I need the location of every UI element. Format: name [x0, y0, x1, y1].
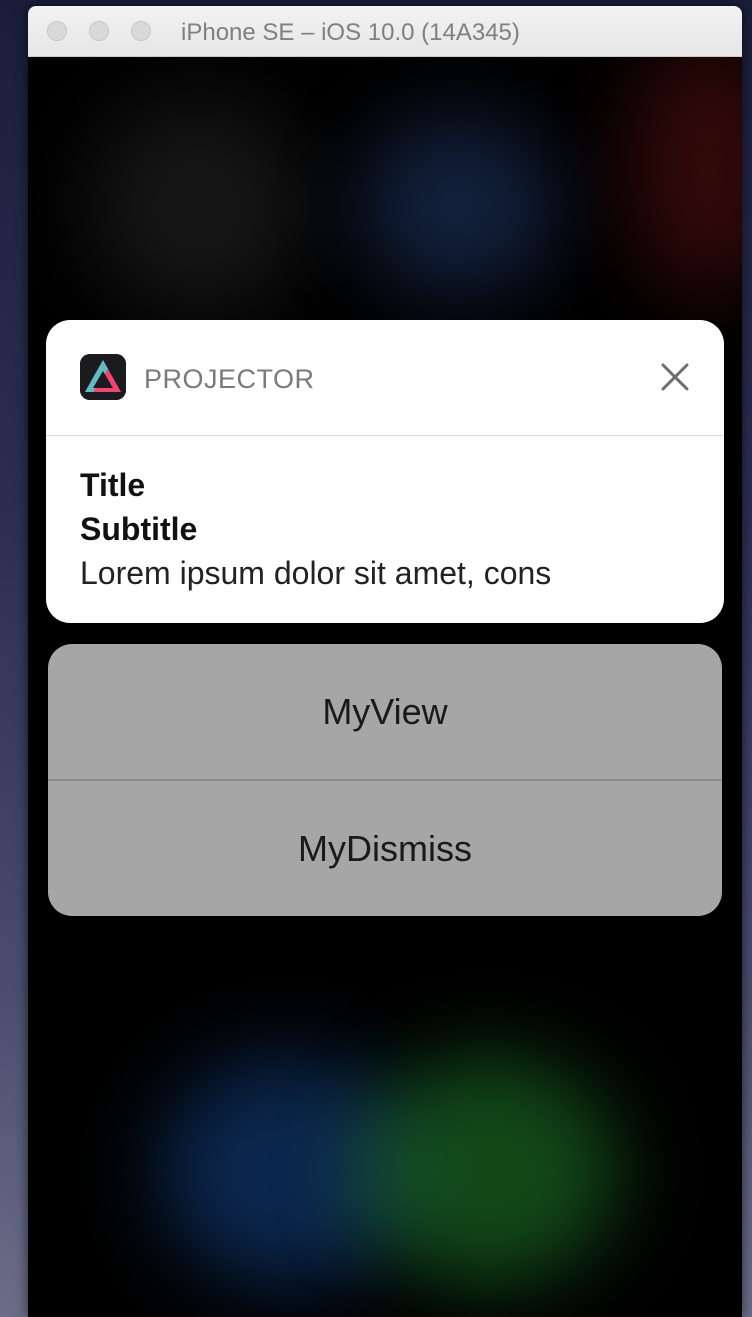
window-titlebar: iPhone SE – iOS 10.0 (14A345): [28, 6, 742, 57]
notification-text: Lorem ipsum dolor sit amet, cons: [80, 555, 552, 591]
device-screen: PROJECTOR Title Subtitle Lorem ipsum dol…: [28, 56, 742, 1317]
minimize-window-button[interactable]: [89, 21, 109, 41]
notification-actions: MyView MyDismiss: [48, 644, 722, 916]
close-window-button[interactable]: [47, 21, 67, 41]
app-name: PROJECTOR: [144, 364, 315, 394]
myview-action-button[interactable]: MyView: [48, 644, 722, 781]
window-title: iPhone SE – iOS 10.0 (14A345): [181, 19, 520, 46]
notification-subtitle: Subtitle: [80, 511, 198, 547]
close-icon[interactable]: [656, 358, 694, 396]
simulator-window: iPhone SE – iOS 10.0 (14A345) PROJECTOR: [28, 6, 742, 1317]
notification-body: Title Subtitle Lorem ipsum dolor sit ame…: [80, 463, 700, 595]
mydismiss-action-button[interactable]: MyDismiss: [48, 781, 722, 916]
zoom-window-button[interactable]: [131, 21, 151, 41]
projector-app-icon: [80, 354, 126, 400]
notification-card[interactable]: PROJECTOR Title Subtitle Lorem ipsum dol…: [46, 320, 724, 623]
notification-title: Title: [80, 467, 146, 503]
notification-header: PROJECTOR: [46, 320, 724, 436]
